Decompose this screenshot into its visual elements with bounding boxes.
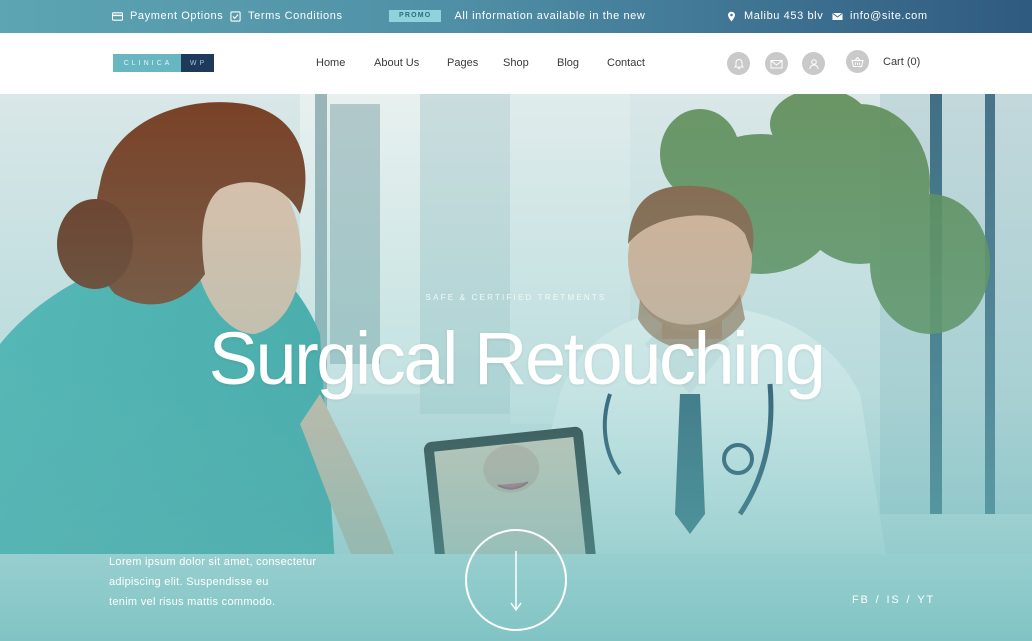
account-button[interactable] bbox=[802, 52, 825, 75]
bell-icon bbox=[733, 58, 744, 69]
social-links: FB / IS / YT bbox=[852, 594, 935, 606]
messages-button[interactable] bbox=[765, 52, 788, 75]
checkbox-icon bbox=[230, 10, 241, 22]
hero-description-line: Lorem ipsum dolor sit amet, consectetur bbox=[109, 556, 317, 568]
social-link-facebook[interactable]: FB bbox=[852, 594, 870, 606]
social-separator: / bbox=[875, 594, 881, 606]
hero-description-line: tenim vel risus mattis commodo. bbox=[109, 596, 276, 608]
envelope-icon bbox=[770, 59, 783, 68]
email-text: info@site.com bbox=[850, 10, 928, 22]
promo-text: All information available in the new bbox=[454, 10, 646, 22]
nav-item-blog[interactable]: Blog bbox=[557, 57, 579, 69]
nav-item-contact[interactable]: Contact bbox=[607, 57, 645, 69]
promo-banner[interactable]: PROMO All information available in the n… bbox=[389, 10, 645, 22]
credit-card-icon bbox=[112, 11, 123, 21]
mail-icon bbox=[832, 12, 843, 20]
arrow-down-icon bbox=[510, 551, 522, 612]
social-separator: / bbox=[906, 594, 912, 606]
social-link-instagram[interactable]: IS bbox=[887, 594, 901, 606]
hero-description-line: adipiscing elit. Suspendisse eu bbox=[109, 576, 269, 588]
nav-item-about-us[interactable]: About Us bbox=[374, 57, 419, 69]
nav-item-home[interactable]: Home bbox=[316, 57, 345, 69]
address-text: Malibu 453 blv bbox=[744, 10, 824, 22]
hero-kicker: SAFE & CERTIFIED TRETMENTS bbox=[425, 293, 607, 302]
nav-item-shop[interactable]: Shop bbox=[503, 57, 529, 69]
map-pin-icon bbox=[728, 11, 735, 21]
nav-item-pages[interactable]: Pages bbox=[447, 57, 478, 69]
hero-section: SAFE & CERTIFIED TRETMENTS Surgical Reto… bbox=[0, 94, 1032, 641]
terms-conditions-label: Terms Conditions bbox=[248, 10, 343, 22]
site-logo[interactable]: CLINICA WP bbox=[113, 54, 214, 72]
terms-conditions-link[interactable]: Terms Conditions bbox=[230, 10, 343, 22]
top-bar: Payment Options Terms Conditions PROMO A… bbox=[0, 0, 1032, 33]
main-navigation: CLINICA WP Home About Us Pages Shop Blog… bbox=[0, 33, 1032, 94]
promo-badge: PROMO bbox=[389, 10, 442, 22]
cart-label[interactable]: Cart (0) bbox=[883, 56, 920, 68]
payment-options-link[interactable]: Payment Options bbox=[112, 10, 223, 22]
hero-description: Lorem ipsum dolor sit amet, consectetur … bbox=[109, 552, 349, 612]
basket-icon bbox=[851, 56, 864, 67]
address-info: Malibu 453 blv bbox=[726, 10, 823, 22]
notifications-button[interactable] bbox=[727, 52, 750, 75]
logo-text-wp: WP bbox=[181, 54, 214, 72]
cart-button[interactable] bbox=[846, 50, 869, 73]
social-link-youtube[interactable]: YT bbox=[917, 594, 935, 606]
email-link[interactable]: info@site.com bbox=[832, 10, 928, 22]
payment-options-label: Payment Options bbox=[130, 10, 224, 22]
user-icon bbox=[808, 58, 819, 69]
logo-text-clinica: CLINICA bbox=[113, 54, 181, 72]
hero-title: Surgical Retouching bbox=[208, 317, 826, 400]
scroll-down-button[interactable] bbox=[465, 529, 567, 631]
